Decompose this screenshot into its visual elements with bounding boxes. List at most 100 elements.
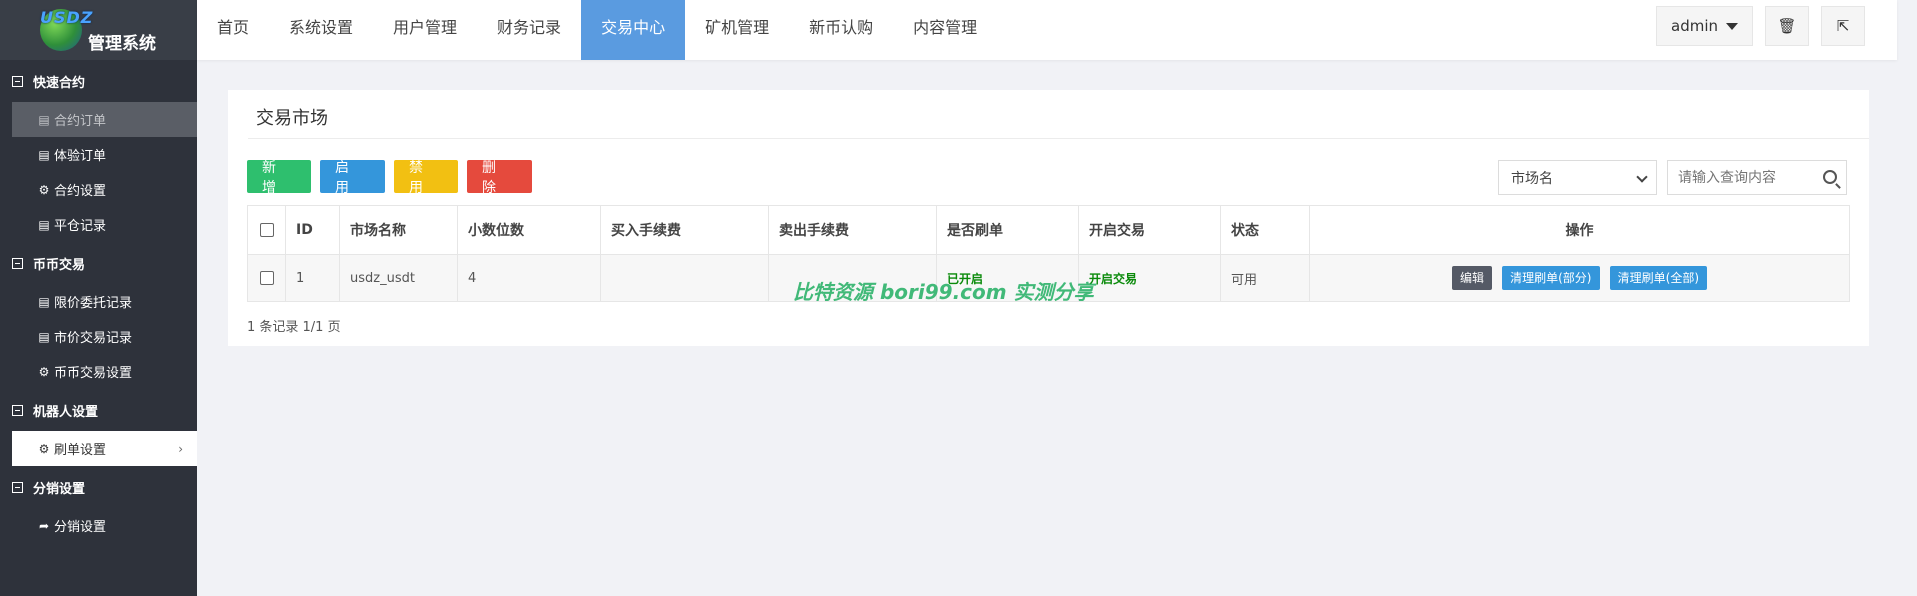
clear-brush-all-button[interactable]: 清理刷单(全部): [1609, 266, 1708, 290]
list-icon: ▤: [38, 217, 50, 232]
tab-trading-center[interactable]: 交易中心: [581, 0, 686, 60]
sidebar-group-coin-trade[interactable]: 币币交易: [0, 242, 197, 284]
search-icon[interactable]: [1823, 170, 1837, 184]
sidebar-item-label: 币币交易设置: [54, 366, 133, 381]
enable-button[interactable]: 启 用: [320, 160, 385, 196]
cell-decimals: 4: [457, 254, 601, 302]
select-value: 市场名: [1511, 170, 1553, 187]
cell-market-name: usdz_usdt: [339, 254, 458, 302]
minus-square-icon: [12, 404, 23, 416]
sidebar-item-close-records[interactable]: ▤ 平仓记录: [0, 207, 197, 242]
cell-ops: 编辑 清理刷单(部分) 清理刷单(全部): [1309, 254, 1850, 302]
col-status[interactable]: 状态: [1220, 205, 1310, 255]
logo[interactable]: USDZ 管理系统: [0, 0, 197, 60]
sidebar-group-label: 快速合约: [33, 75, 86, 91]
tab-home[interactable]: 首页: [197, 0, 269, 60]
gear-icon: ⚙: [38, 182, 50, 197]
sidebar-group-label: 币币交易: [33, 257, 86, 273]
logout-button[interactable]: ⇱: [1821, 6, 1865, 46]
chevron-down-icon: [1636, 171, 1648, 183]
minus-square-icon: [12, 481, 23, 493]
username: admin: [1671, 17, 1718, 35]
col-sell-fee[interactable]: 卖出手续费: [768, 205, 937, 255]
search-field-select[interactable]: 市场名: [1498, 160, 1657, 195]
trade-status-label[interactable]: 开启交易: [1089, 272, 1137, 286]
tab-content-management[interactable]: 内容管理: [893, 0, 997, 60]
share-icon: ➦: [38, 518, 50, 533]
tab-finance-records[interactable]: 财务记录: [477, 0, 581, 60]
sidebar-item-label: 限价委托记录: [54, 296, 133, 311]
sidebar-item-limit-orders[interactable]: ▤ 限价委托记录: [0, 284, 197, 319]
caret-down-icon: [1726, 22, 1738, 30]
list-icon: ▤: [38, 112, 50, 127]
sidebar-item-label: 平仓记录: [54, 219, 107, 234]
trash-icon: 🗑: [1777, 17, 1797, 35]
tab-new-coin-subscription[interactable]: 新币认购: [789, 0, 893, 60]
watermark: 比特资源 bori99.com 实测分享: [793, 280, 1094, 304]
sidebar-item-contract-orders[interactable]: ▤ 合约订单: [12, 102, 197, 137]
col-trade[interactable]: 开启交易: [1078, 205, 1221, 255]
cell-id: 1: [285, 254, 340, 302]
gear-icon: ⚙: [38, 364, 50, 379]
page-title: 交易市场: [256, 108, 328, 129]
sidebar-item-trial-orders[interactable]: ▤ 体验订单: [0, 137, 197, 172]
gear-icon: ⚙: [38, 441, 50, 456]
top-nav-tabs: 首页 系统设置 用户管理 财务记录 交易中心 矿机管理 新币认购 内容管理: [197, 0, 1897, 60]
sidebar-item-label: 体验订单: [54, 149, 107, 164]
sidebar: USDZ 管理系统 快速合约 ▤ 合约订单 ▤ 体验订单 ⚙ 合约设置 ▤ 平仓…: [0, 0, 197, 596]
sidebar-item-distribution-settings[interactable]: ➦ 分销设置: [0, 508, 197, 543]
main-panel: 交易市场 新 增 启 用 禁 用 删 除 市场名 ID 市场名称 小数位数 买入…: [228, 90, 1869, 346]
clear-brush-partial-button[interactable]: 清理刷单(部分): [1502, 266, 1600, 290]
app-title: 管理系统: [88, 34, 156, 54]
sidebar-item-coin-settings[interactable]: ⚙ 币币交易设置: [0, 354, 197, 389]
col-brush[interactable]: 是否刷单: [936, 205, 1079, 255]
logo-text: USDZ: [40, 8, 94, 27]
sidebar-item-market-records[interactable]: ▤ 市价交易记录: [0, 319, 197, 354]
clear-cache-button[interactable]: 🗑: [1765, 6, 1809, 46]
tab-system-settings[interactable]: 系统设置: [269, 0, 373, 60]
sidebar-group-quick-contract[interactable]: 快速合约: [0, 60, 197, 102]
sidebar-group-label: 机器人设置: [33, 404, 99, 420]
user-menu-button[interactable]: admin: [1656, 6, 1753, 46]
table-header-row: ID 市场名称 小数位数 买入手续费 卖出手续费 是否刷单 开启交易 状态 操作: [247, 205, 1850, 255]
col-ops: 操作: [1309, 205, 1850, 255]
minus-square-icon: [12, 75, 23, 87]
col-market-name[interactable]: 市场名称: [339, 205, 458, 255]
chevron-right-icon: ›: [178, 441, 183, 456]
select-all-cell: [247, 205, 286, 255]
cell-buy-fee: [600, 254, 769, 302]
delete-button[interactable]: 删 除: [467, 160, 532, 196]
cell-trade: 开启交易: [1078, 254, 1221, 302]
add-button[interactable]: 新 增: [247, 160, 311, 196]
sidebar-item-label: 合约设置: [54, 184, 107, 199]
toolbar: 新 增 启 用 禁 用 删 除: [247, 160, 532, 196]
search-bar: 市场名: [1498, 160, 1847, 195]
sidebar-group-distribution[interactable]: 分销设置: [0, 466, 197, 508]
tab-miner-management[interactable]: 矿机管理: [685, 0, 789, 60]
sidebar-group-robot[interactable]: 机器人设置: [0, 389, 197, 431]
sidebar-item-label: 市价交易记录: [54, 331, 133, 346]
sidebar-item-label: 合约订单: [54, 114, 107, 129]
list-icon: ▤: [38, 329, 50, 344]
edit-button[interactable]: 编辑: [1451, 266, 1492, 290]
select-all-checkbox[interactable]: [259, 223, 274, 237]
top-navbar: 首页 系统设置 用户管理 财务记录 交易中心 矿机管理 新币认购 内容管理 ad…: [197, 0, 1897, 60]
col-buy-fee[interactable]: 买入手续费: [600, 205, 769, 255]
col-id[interactable]: ID: [285, 205, 340, 255]
top-right-actions: admin 🗑 ⇱: [1656, 6, 1865, 46]
divider: [248, 138, 1869, 139]
list-icon: ▤: [38, 147, 50, 162]
sidebar-item-label: 分销设置: [54, 520, 107, 535]
col-decimals[interactable]: 小数位数: [457, 205, 601, 255]
pagination-info: 1 条记录 1/1 页: [247, 320, 341, 335]
tab-user-management[interactable]: 用户管理: [373, 0, 477, 60]
row-checkbox[interactable]: [259, 271, 274, 285]
search-input-wrap: [1667, 160, 1847, 195]
sidebar-group-label: 分销设置: [33, 481, 86, 497]
sidebar-item-brush-settings[interactable]: ⚙ 刷单设置 ›: [12, 431, 197, 466]
logout-icon: ⇱: [1836, 17, 1850, 35]
cell-status: 可用: [1220, 254, 1310, 302]
sidebar-item-contract-settings[interactable]: ⚙ 合约设置: [0, 172, 197, 207]
disable-button[interactable]: 禁 用: [394, 160, 458, 196]
search-input[interactable]: [1667, 160, 1847, 195]
